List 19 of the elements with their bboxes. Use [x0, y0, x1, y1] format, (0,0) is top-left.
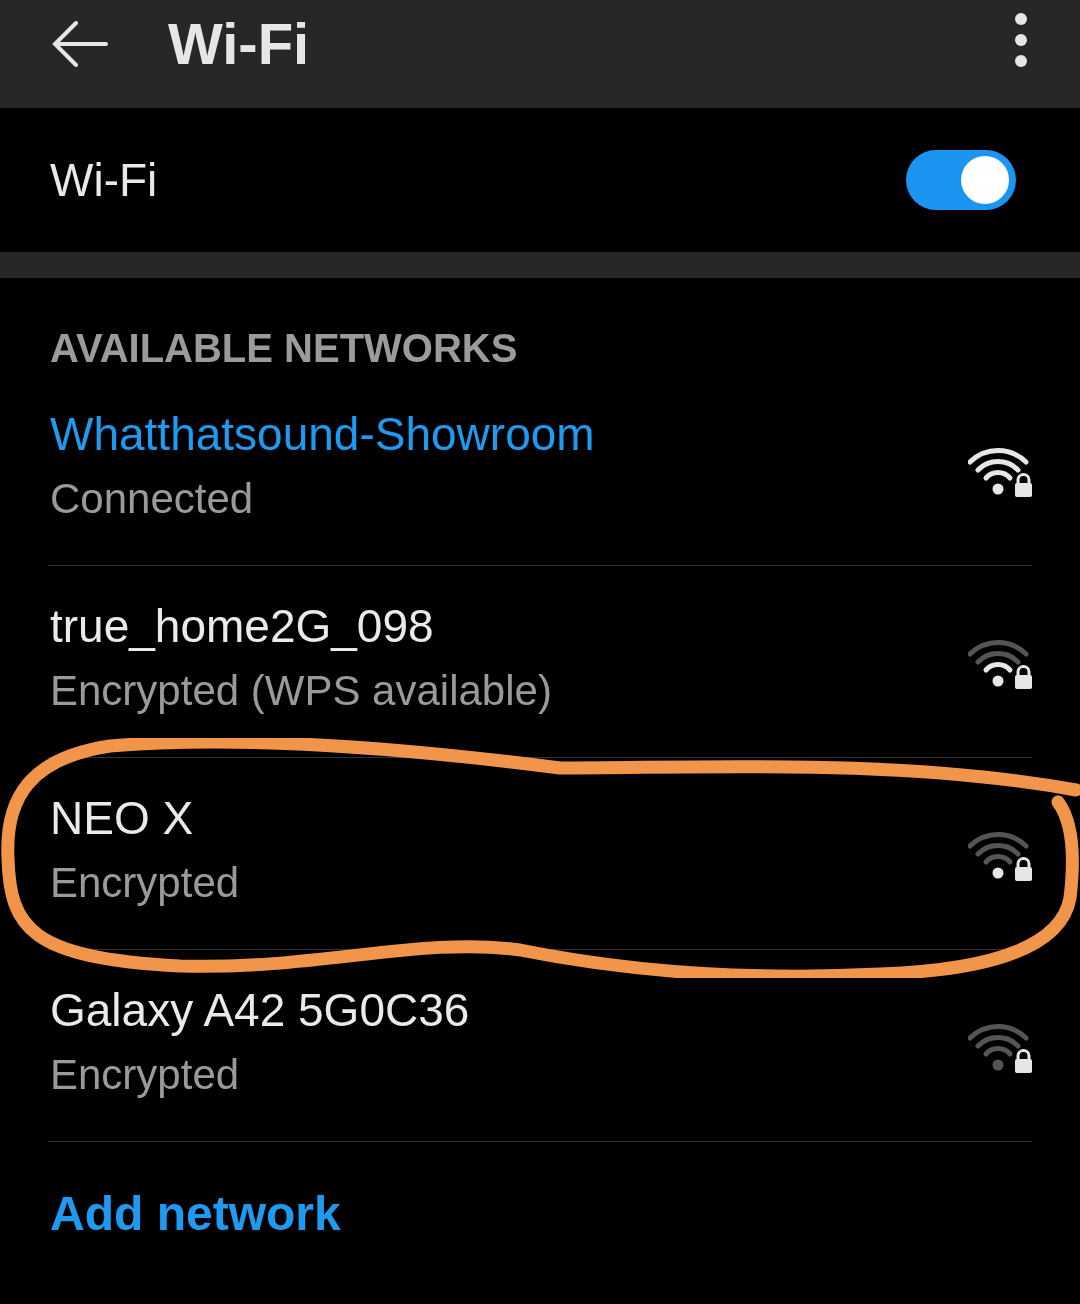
network-status: Encrypted (WPS available) [50, 666, 552, 715]
wifi-toggle[interactable] [906, 150, 1016, 210]
back-arrow-icon[interactable] [52, 21, 108, 67]
wifi-lock-icon [968, 831, 1034, 882]
wifi-label: Wi-Fi [50, 153, 158, 207]
network-status: Encrypted [50, 1050, 241, 1099]
wifi-lock-icon [968, 1023, 1034, 1074]
network-name[interactable]: NEO X [50, 790, 240, 845]
wifi-lock-icon [968, 447, 1034, 498]
network-name[interactable]: true_home2G_098 [50, 598, 552, 653]
add-network-link[interactable]: Add network [0, 1142, 391, 1241]
network-name[interactable]: Galaxy A42 5G0C36 [50, 982, 470, 1037]
network-status: Encrypted [50, 858, 240, 907]
network-name[interactable]: Whatthatsound-Showroom [50, 406, 595, 461]
network-status: Connected [50, 474, 255, 523]
wifi-lock-icon [968, 639, 1034, 690]
more-options-icon[interactable] [1014, 12, 1028, 68]
section-header: AVAILABLE NETWORKS [49, 325, 519, 372]
screen-title: Wi-Fi [168, 9, 310, 77]
